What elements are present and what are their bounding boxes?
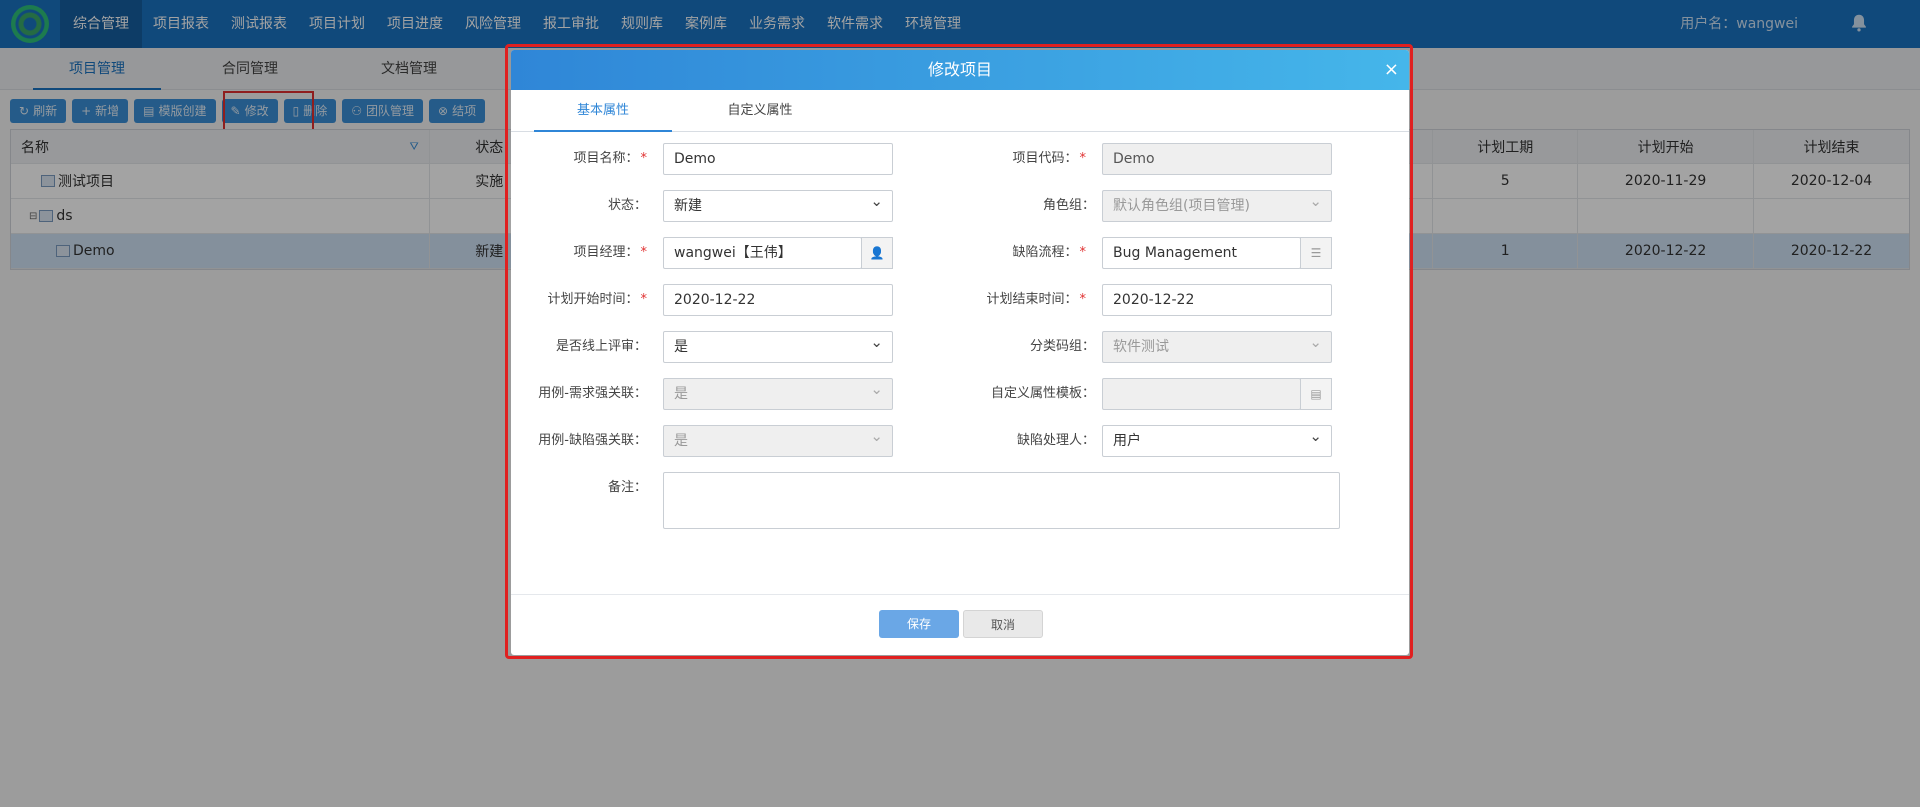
manager-label: 项目经理： *: [573, 245, 647, 260]
case-defect-link-label: 用例-缺陷强关联：: [538, 433, 647, 448]
case-defect-link-select[interactable]: 是: [663, 425, 893, 457]
cancel-button[interactable]: 取消: [963, 610, 1043, 638]
remarks-label: 备注：: [607, 480, 647, 495]
project-name-input[interactable]: Demo: [663, 143, 893, 175]
online-review-label: 是否线上评审：: [555, 339, 647, 354]
case-req-link-select[interactable]: 是: [663, 378, 893, 410]
form-row: 备注：: [511, 472, 1409, 529]
form-row: 用例-缺陷强关联： 是 缺陷处理人： 用户: [511, 425, 1409, 457]
manager-input[interactable]: wangwei【王伟】: [663, 237, 862, 269]
dialog-tabs: 基本属性 自定义属性: [511, 90, 1409, 132]
defect-flow-input[interactable]: Bug Management: [1102, 237, 1301, 269]
dialog-title-bar: 修改项目 ×: [511, 50, 1409, 90]
category-group-label: 分类码组：: [1029, 339, 1095, 354]
plan-start-label: 计划开始时间： *: [547, 292, 647, 307]
status-label: 状态：: [607, 198, 647, 213]
save-button[interactable]: 保存: [879, 610, 959, 638]
defect-flow-label: 缺陷流程： *: [1012, 245, 1086, 260]
defect-handler-select[interactable]: 用户: [1102, 425, 1332, 457]
plan-start-input[interactable]: 2020-12-22: [663, 284, 893, 316]
tab-basic-attributes[interactable]: 基本属性: [534, 90, 672, 132]
close-icon[interactable]: ×: [1384, 50, 1399, 90]
status-select[interactable]: 新建: [663, 190, 893, 222]
dialog-title: 修改项目: [927, 60, 992, 79]
form-row: 计划开始时间： * 2020-12-22 计划结束时间： * 2020-12-22: [511, 284, 1409, 316]
edit-project-dialog: 修改项目 × 基本属性 自定义属性 项目名称： * Demo 项目代码： * Dem…: [511, 50, 1409, 655]
form-row: 用例-需求强关联： 是 自定义属性模板： ▤: [511, 378, 1409, 410]
form-row: 是否线上评审： 是 分类码组： 软件测试: [511, 331, 1409, 363]
case-req-link-label: 用例-需求强关联：: [538, 386, 647, 401]
form-row: 状态： 新建 角色组： 默认角色组(项目管理): [511, 190, 1409, 222]
defect-handler-label: 缺陷处理人：: [1016, 433, 1095, 448]
remarks-textarea[interactable]: [663, 472, 1340, 529]
form-row: 项目经理： * wangwei【王伟】 👤 缺陷流程： * Bug Manageme…: [511, 237, 1409, 269]
project-code-label: 项目代码： *: [1012, 151, 1086, 166]
user-picker-icon[interactable]: 👤: [861, 237, 893, 269]
category-group-select[interactable]: 软件测试: [1102, 331, 1332, 363]
project-name-label: 项目名称： *: [573, 151, 647, 166]
custom-template-input[interactable]: [1102, 378, 1301, 410]
plan-end-label: 计划结束时间： *: [986, 292, 1086, 307]
form-row: 项目名称： * Demo 项目代码： * Demo: [511, 143, 1409, 175]
role-group-label: 角色组：: [1042, 198, 1095, 213]
role-group-select[interactable]: 默认角色组(项目管理): [1102, 190, 1332, 222]
project-code-input[interactable]: Demo: [1102, 143, 1332, 175]
online-review-select[interactable]: 是: [663, 331, 893, 363]
custom-template-label: 自定义属性模板：: [990, 386, 1095, 401]
dialog-footer: 保存 取消: [511, 594, 1409, 655]
list-picker-icon[interactable]: ☰: [1300, 237, 1332, 269]
template-picker-icon[interactable]: ▤: [1300, 378, 1332, 410]
plan-end-input[interactable]: 2020-12-22: [1102, 284, 1332, 316]
tab-custom-attributes[interactable]: 自定义属性: [691, 90, 829, 132]
